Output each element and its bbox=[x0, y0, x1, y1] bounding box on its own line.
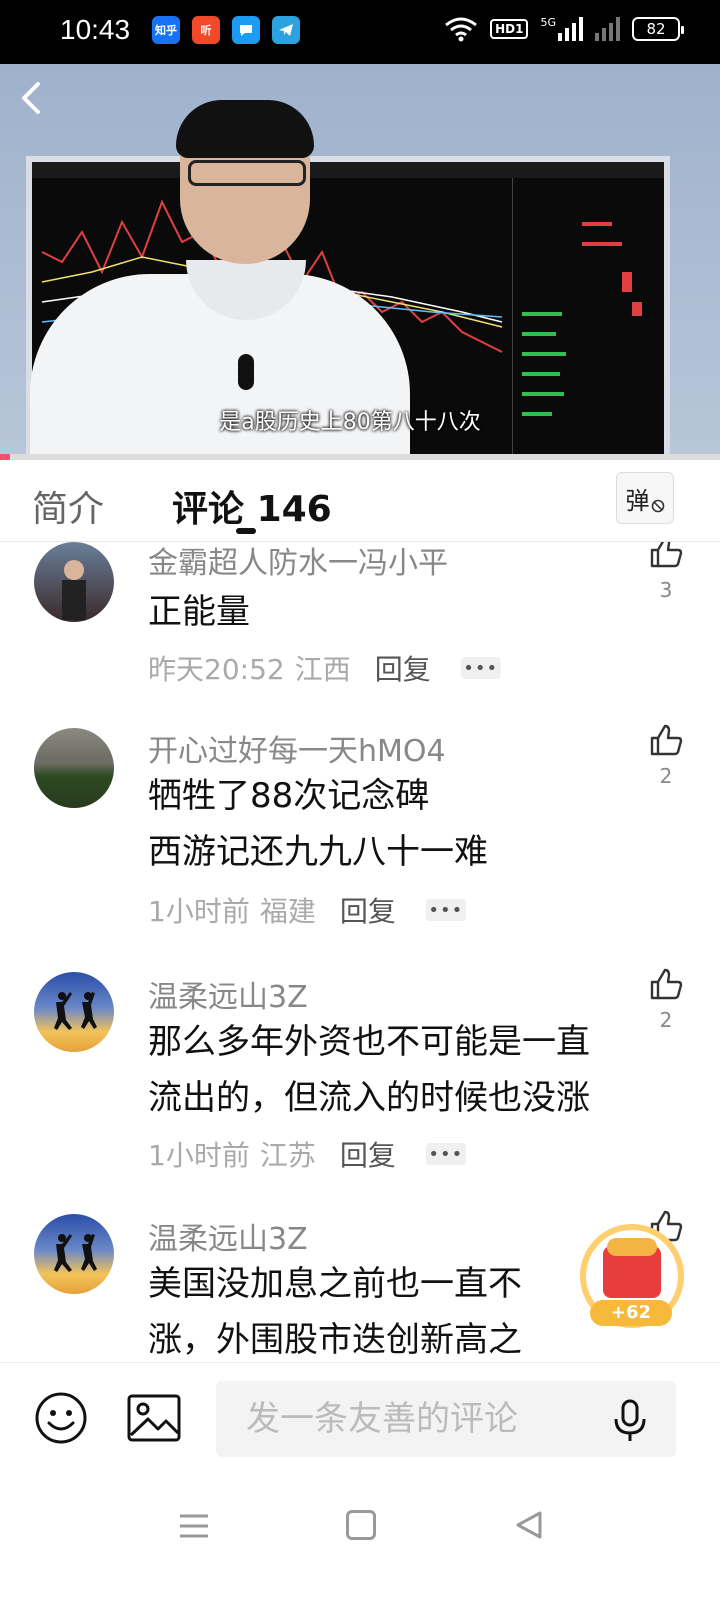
danmu-off-icon bbox=[651, 499, 664, 513]
comment-text: 正能量 bbox=[148, 584, 648, 640]
comment-line: 正能量 bbox=[148, 592, 250, 632]
image-icon[interactable] bbox=[126, 1393, 182, 1443]
tab-comments[interactable]: 评论 146 bbox=[172, 480, 332, 532]
like-icon[interactable] bbox=[648, 722, 684, 758]
avatar[interactable] bbox=[34, 542, 114, 622]
tab-active-indicator bbox=[236, 528, 256, 534]
comment-line: 那么多年外资也不可能是一直 bbox=[148, 1022, 590, 1062]
avatar[interactable] bbox=[34, 728, 114, 808]
status-indicators: HD1 5G 82 bbox=[444, 16, 684, 42]
emoji-icon[interactable] bbox=[34, 1391, 88, 1445]
microphone-icon[interactable] bbox=[612, 1399, 648, 1443]
signal-5g-icon: 5G bbox=[540, 16, 583, 41]
comment-location: 福建 bbox=[259, 895, 316, 928]
like-count: 3 bbox=[659, 578, 673, 602]
like-icon[interactable] bbox=[648, 542, 684, 570]
tab-comments-label: 评论 bbox=[172, 489, 245, 530]
reply-button[interactable]: 回复 bbox=[340, 1134, 396, 1174]
reply-button[interactable]: 回复 bbox=[340, 890, 396, 930]
comment-text: 牺牲了88次记念碑 西游记还九九八十一难 bbox=[148, 768, 648, 880]
telegram-app-icon bbox=[272, 16, 300, 44]
avatar[interactable] bbox=[34, 1214, 114, 1294]
danmu-toggle-button[interactable]: 弹 bbox=[616, 472, 674, 524]
comment-meta: 1小时前 江苏 回复 ••• bbox=[148, 1134, 466, 1174]
tab-comments-count: 146 bbox=[256, 489, 332, 530]
presenter-hair bbox=[176, 100, 314, 158]
home-icon[interactable] bbox=[346, 1510, 376, 1540]
more-options-button[interactable]: ••• bbox=[425, 1143, 466, 1165]
avatar[interactable] bbox=[34, 972, 114, 1052]
network-label: 5G bbox=[540, 16, 556, 29]
comment-line: 牺牲了88次记念碑 bbox=[148, 776, 430, 816]
like-icon[interactable] bbox=[648, 966, 684, 1002]
comment-username[interactable]: 开心过好每一天hMO4 bbox=[148, 726, 446, 770]
reply-button[interactable]: 回复 bbox=[375, 648, 431, 688]
battery-icon: 82 bbox=[632, 17, 684, 41]
comment-meta: 昨天20:52 江西 回复 ••• bbox=[148, 648, 501, 688]
comment-input[interactable] bbox=[216, 1381, 676, 1457]
back-triangle-icon[interactable] bbox=[514, 1510, 544, 1540]
back-button[interactable] bbox=[14, 78, 54, 118]
danmu-label: 弹 bbox=[625, 486, 650, 515]
comment-line: 涨，外围股市迭创新高之 bbox=[148, 1320, 522, 1360]
menu-icon[interactable] bbox=[178, 1512, 210, 1540]
chevron-left-icon bbox=[22, 82, 40, 114]
comment-location: 江苏 bbox=[259, 1139, 316, 1172]
ting-app-icon: 听 bbox=[192, 16, 220, 44]
comment-time: 昨天20:52 bbox=[148, 653, 285, 686]
more-options-button[interactable]: ••• bbox=[425, 899, 466, 921]
lapel-mic bbox=[238, 354, 254, 390]
status-bar: 10:43 知乎 听 HD1 5G 82 bbox=[0, 0, 720, 64]
comment-time: 1小时前 bbox=[148, 1139, 250, 1172]
zhihu-app-icon: 知乎 bbox=[152, 16, 180, 44]
comment-meta: 1小时前 福建 回复 ••• bbox=[148, 890, 466, 930]
comment-username[interactable]: 温柔远山3Z bbox=[148, 972, 308, 1016]
status-time: 10:43 bbox=[60, 14, 131, 45]
content-tabs: 简介 评论 146 弹 bbox=[0, 460, 720, 542]
hd-badge: HD1 bbox=[490, 19, 529, 39]
red-envelope-badge: +62 bbox=[590, 1300, 672, 1326]
red-envelope-icon bbox=[603, 1238, 661, 1298]
signal-secondary-icon bbox=[595, 17, 620, 41]
video-player[interactable]: 是a股历史上80第八十八次 bbox=[0, 64, 720, 460]
comment-location: 江西 bbox=[294, 653, 351, 686]
more-options-button[interactable]: ••• bbox=[460, 657, 501, 679]
comment-text: 美国没加息之前也一直不 涨，外围股市迭创新高之 bbox=[148, 1256, 648, 1362]
comment-line: 西游记还九九八十一难 bbox=[148, 832, 488, 872]
tab-intro[interactable]: 简介 bbox=[32, 480, 104, 532]
message-app-icon bbox=[232, 16, 260, 44]
presenter-glasses bbox=[188, 160, 306, 186]
wifi-icon bbox=[445, 17, 478, 42]
comment-username[interactable]: 金霸超人防水一冯小平 bbox=[148, 542, 448, 582]
system-nav-bar bbox=[0, 1472, 720, 1600]
comment-text: 那么多年外资也不可能是一直 流出的，但流入的时候也没涨 bbox=[148, 1014, 648, 1126]
comment-time: 1小时前 bbox=[148, 895, 250, 928]
comment-username[interactable]: 温柔远山3Z bbox=[148, 1214, 308, 1258]
comment-line: 流出的，但流入的时候也没涨 bbox=[148, 1078, 590, 1118]
comment-line: 美国没加息之前也一直不 bbox=[148, 1264, 522, 1304]
notification-icons: 知乎 听 bbox=[152, 16, 300, 44]
like-count: 2 bbox=[659, 1008, 673, 1032]
like-count: 2 bbox=[659, 764, 673, 788]
comment-input-bar bbox=[0, 1362, 720, 1472]
video-subtitle: 是a股历史上80第八十八次 bbox=[219, 410, 481, 435]
